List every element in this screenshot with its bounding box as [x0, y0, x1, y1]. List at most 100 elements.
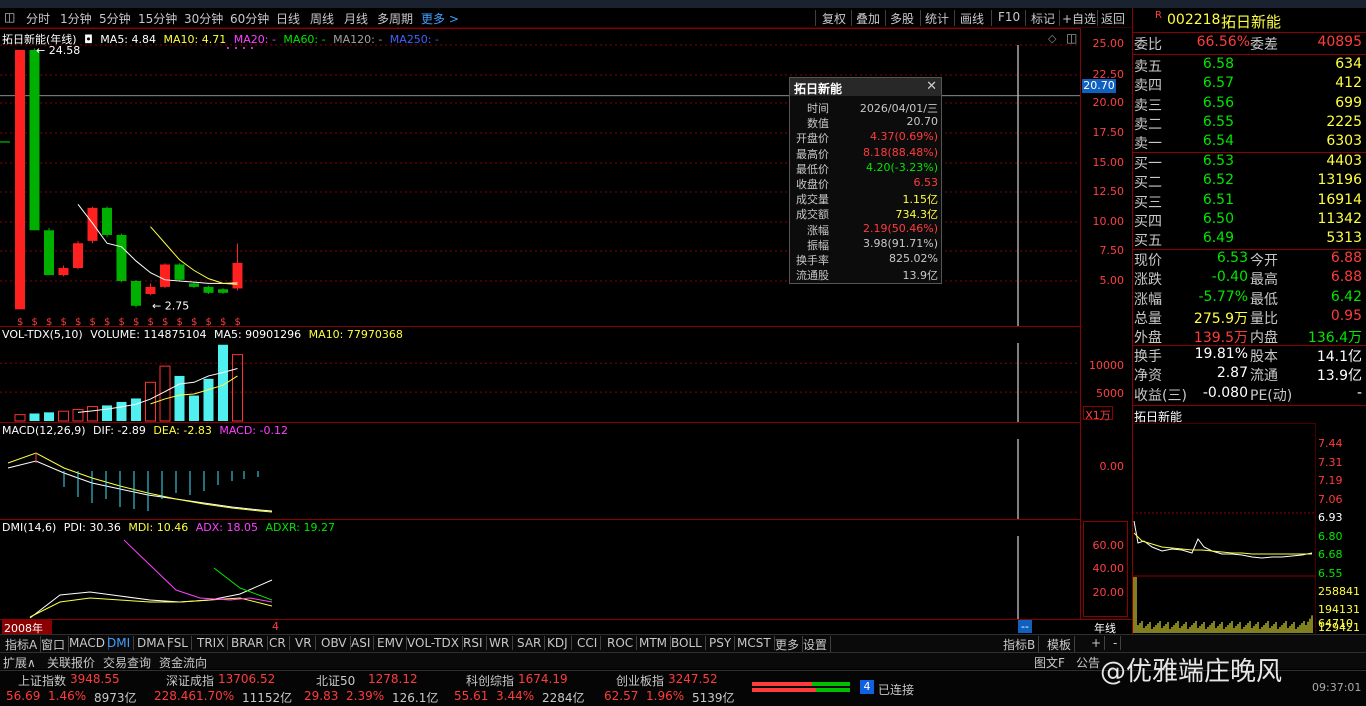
overlay-button[interactable]: 叠加 — [856, 10, 880, 27]
intraday-mini-chart[interactable] — [1132, 423, 1316, 635]
price-tick: 10.00 — [1092, 215, 1125, 228]
candle-body — [58, 268, 69, 276]
index-amount: 8973亿 — [94, 691, 137, 705]
tooltip-row: 数值 20.70 — [790, 115, 941, 130]
indicator-tab[interactable]: FSL — [164, 636, 192, 650]
back-button[interactable]: 返回 — [1101, 10, 1125, 27]
order-volume: 16914 — [1317, 191, 1362, 208]
stat-value: 6.88 — [1330, 250, 1362, 266]
volume-panel[interactable]: VOL-TDX(5,10) VOLUME: 114875104 MA5: 909… — [0, 326, 1080, 423]
volume-bar — [131, 398, 141, 421]
macd-panel[interactable]: MACD(12,26,9) DIF: -2.89 DEA: -2.83 MACD… — [0, 422, 1080, 520]
indicator-tab[interactable]: OBV — [318, 636, 351, 650]
volume-bar — [58, 410, 69, 422]
mini-vol-tick: 64710 — [1318, 617, 1353, 630]
indicator-tab[interactable]: TRIX — [194, 636, 229, 650]
indicator-tab[interactable]: WR — [486, 636, 514, 650]
mark-button[interactable]: 标记 — [1031, 10, 1055, 27]
quote-stat-row: 换手 19.81% 股本 14.1亿 — [1134, 346, 1362, 365]
index-pct: 1.70% — [196, 689, 235, 703]
indicator-tab[interactable]: MCST — [734, 636, 775, 650]
indicator-tab[interactable]: KDJ — [544, 636, 572, 650]
indicator-tab-right[interactable]: - — [1110, 636, 1122, 650]
low-annotation: ← 2.75 — [152, 300, 189, 313]
tooltip-row: 收盘价 6.53 — [790, 176, 941, 191]
announcement-tab[interactable]: 公告 — [1076, 654, 1100, 671]
indicator-tab[interactable]: MTM — [636, 636, 672, 650]
fuquan-button[interactable]: 复权 — [822, 10, 846, 27]
index-name[interactable]: 深证成指 — [166, 672, 214, 689]
mini-price-tick: 7.06 — [1318, 493, 1343, 506]
price-tick: 5.00 — [1099, 274, 1125, 287]
cursor-price-label: 20.70 — [1082, 79, 1116, 93]
indicator-tab[interactable]: PSY — [706, 636, 736, 650]
indicator-tab-right[interactable]: + — [1088, 636, 1106, 650]
indicator-tab[interactable]: VR — [292, 636, 316, 650]
close-icon[interactable]: ✕ — [926, 79, 937, 94]
indicator-tab[interactable]: ASI — [348, 636, 375, 650]
indicator-tab[interactable]: RSI — [460, 636, 487, 650]
mini-price-tick: 6.68 — [1318, 548, 1343, 561]
order-price: 6.58 — [1202, 56, 1234, 72]
trade-query-button[interactable]: 交易查询 — [103, 654, 151, 671]
index-name[interactable]: 创业板指 — [616, 672, 664, 689]
volume-unit-label: X1万 — [1083, 406, 1113, 422]
price-tick: 25.00 — [1092, 37, 1125, 50]
indicator-tab[interactable]: VOL-TDX — [404, 636, 463, 650]
indicator-tab[interactable]: 设置 — [800, 636, 832, 653]
order-volume: 699 — [1335, 94, 1362, 111]
stat-value: 6.53 — [1216, 250, 1248, 266]
price-tick: 12.50 — [1092, 185, 1125, 198]
indicator-tab[interactable]: MACD — [66, 636, 109, 650]
indicator-tab[interactable]: DMI — [104, 636, 135, 650]
indicator-tab[interactable]: BRAR — [228, 636, 268, 650]
macd-chart[interactable] — [0, 423, 1080, 520]
multi-stock-button[interactable]: 多股 — [890, 10, 914, 27]
dmi-chart[interactable] — [0, 520, 1080, 620]
index-value: 3247.52 — [668, 672, 718, 686]
indicator-tab[interactable]: CCI — [574, 636, 602, 650]
volume-chart[interactable] — [0, 327, 1080, 423]
related-quote-button[interactable]: 关联报价 — [47, 654, 95, 671]
add-watchlist-button[interactable]: +自选 — [1062, 10, 1096, 27]
stat-value: -5.77% — [1198, 288, 1248, 305]
index-value: 3948.55 — [70, 672, 120, 686]
ma20-dot — [227, 47, 229, 49]
order-volume: 4403 — [1326, 153, 1362, 169]
indicator-tab[interactable]: CR — [266, 636, 290, 650]
fund-flow-button[interactable]: 资金流向 — [159, 654, 207, 671]
indicator-tab[interactable]: 指标A — [2, 636, 42, 653]
candle-body — [203, 286, 214, 293]
dmi-panel[interactable]: DMI(14,6) PDI: 30.36 MDI: 10.46 ADX: 18.… — [0, 519, 1080, 620]
dmi-tick: 20.00 — [1092, 586, 1125, 599]
indicator-tab[interactable]: ROC — [604, 636, 638, 650]
index-name[interactable]: 科创综指 — [466, 672, 514, 689]
expand-button[interactable]: 扩展∧ — [3, 654, 36, 671]
tooltip-value: 2026/04/01/三 — [859, 102, 938, 115]
order-volume: 412 — [1335, 75, 1362, 92]
index-change: 228.46 — [154, 689, 196, 703]
order-volume: 6303 — [1326, 133, 1362, 150]
quote-stat-row: 涨幅 -5.77% 最低 6.42 — [1134, 288, 1362, 308]
indicator-tab[interactable]: 更多 — [772, 636, 804, 653]
stats-button[interactable]: 统计 — [925, 10, 949, 27]
indicator-tab[interactable]: SAR — [514, 636, 546, 650]
indicator-tab-right[interactable]: 指标B — [1000, 636, 1040, 653]
indicator-tab-right[interactable]: 模板 — [1044, 636, 1076, 653]
f10-button[interactable]: F10 — [998, 10, 1020, 24]
ma20-dot — [243, 47, 245, 49]
cursor-x-label: -- — [1018, 620, 1032, 633]
tooltip-value: 3.98(91.71%) — [862, 236, 938, 250]
indicator-tab[interactable]: EMV — [374, 636, 408, 650]
index-change: 29.83 — [304, 689, 339, 703]
index-name[interactable]: 上证指数 — [18, 672, 66, 689]
stat-value: 0.95 — [1330, 307, 1362, 324]
index-name[interactable]: 北证50 — [316, 672, 355, 689]
indicator-tab[interactable]: BOLL — [668, 636, 706, 650]
order-price: 6.54 — [1202, 133, 1234, 150]
draw-line-button[interactable]: 画线 — [960, 10, 984, 27]
volume-axis: 10000 5000 X1万 — [1080, 326, 1132, 422]
indicator-tab[interactable]: 窗口 — [38, 636, 70, 653]
chart-text-tab[interactable]: 图文F — [1034, 654, 1065, 671]
order-price: 6.53 — [1202, 153, 1234, 169]
